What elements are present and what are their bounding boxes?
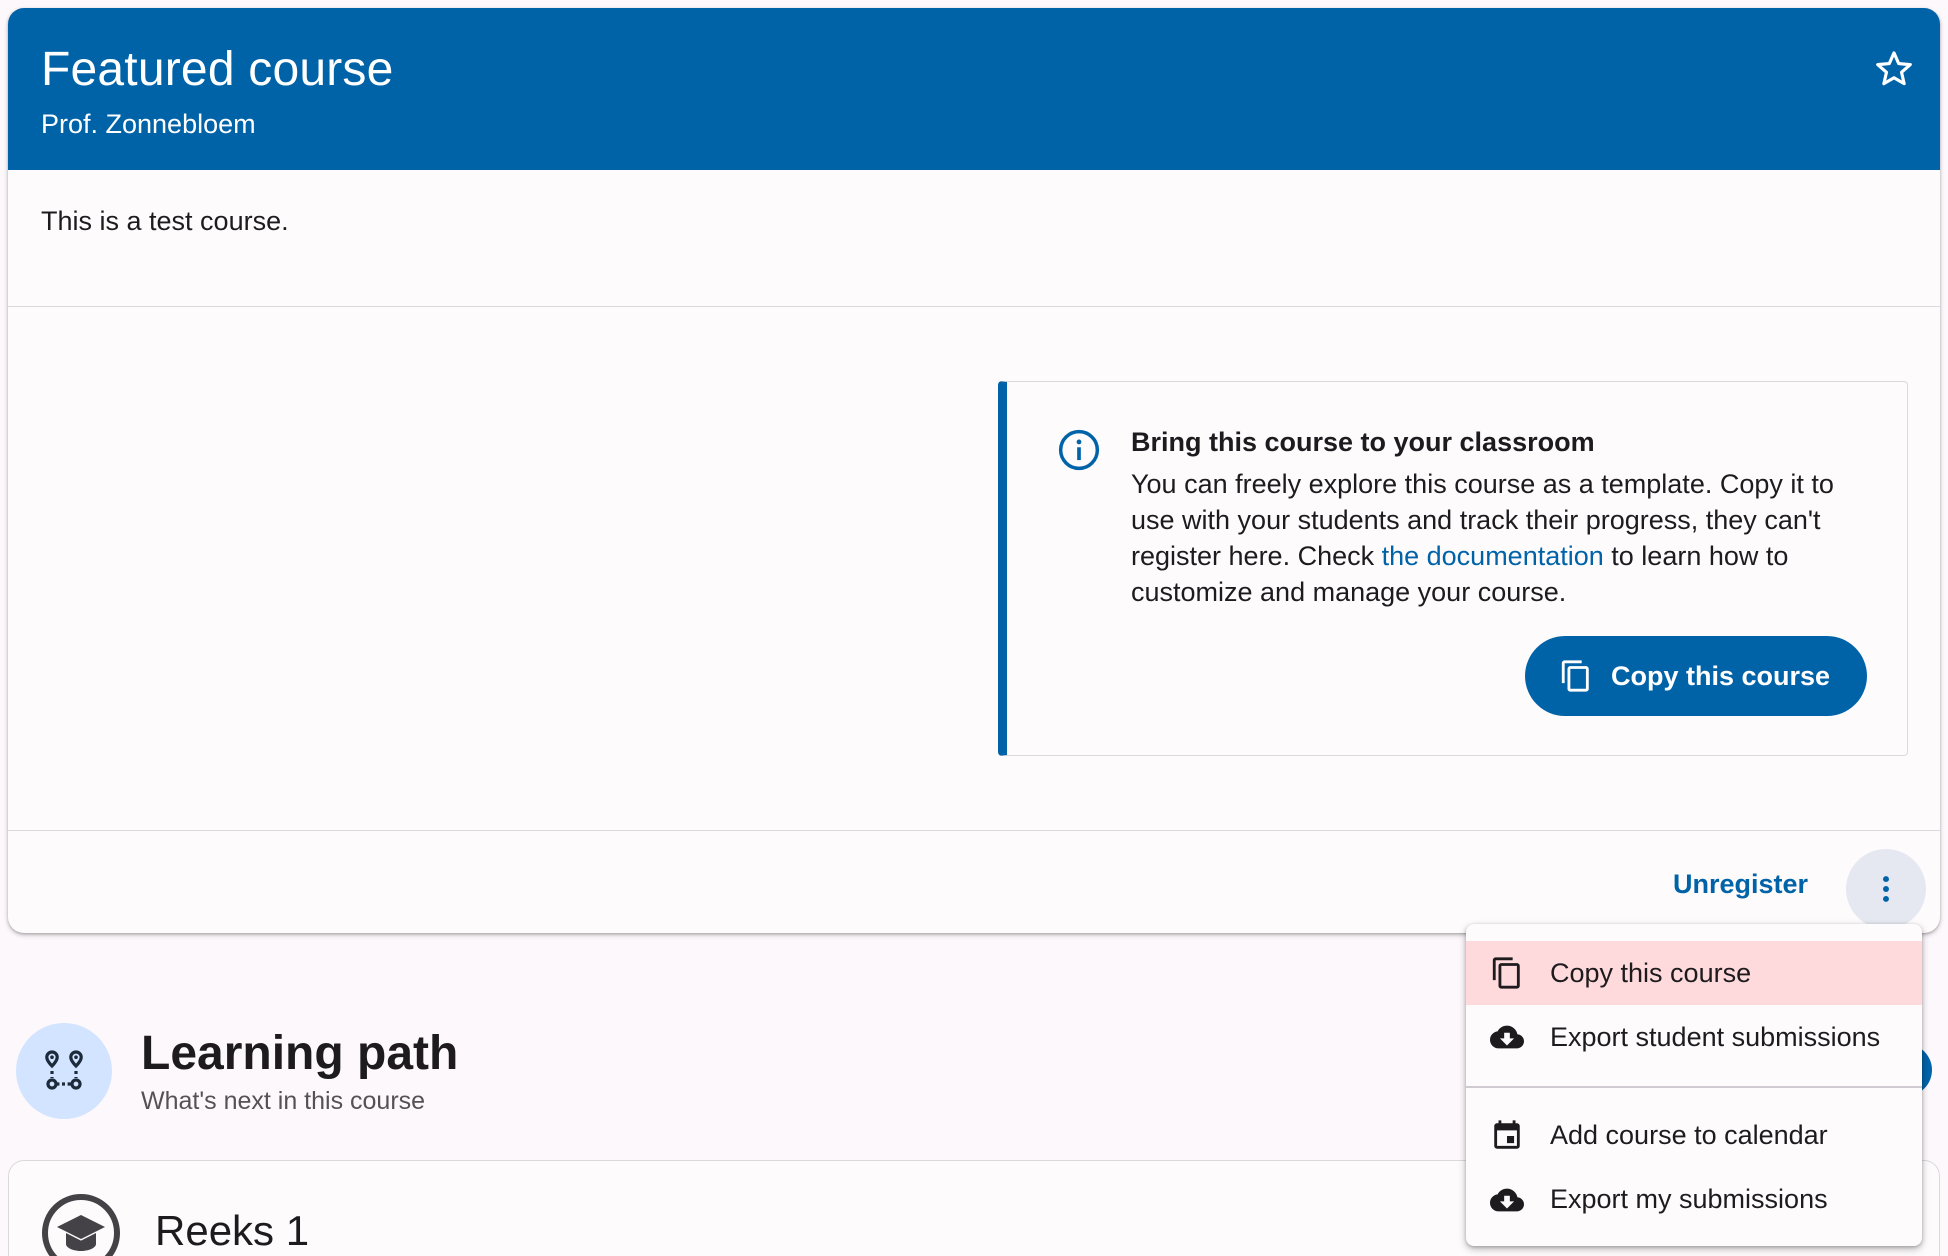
menu-item-label: Export my submissions: [1550, 1184, 1828, 1214]
learning-path-title: Learning path: [141, 1027, 459, 1080]
menu-item-export-student-submissions[interactable]: Export student submissions: [1466, 1005, 1922, 1069]
menu-item-label: Copy this course: [1550, 957, 1752, 988]
graduation-cap-icon: [42, 1194, 120, 1256]
more-vert-icon: [1883, 876, 1889, 902]
callout-title: Bring this course to your classroom: [1131, 427, 1595, 457]
course-teacher: Prof. Zonnebloem: [41, 109, 256, 139]
menu-item-label: Add course to calendar: [1550, 1120, 1828, 1150]
learning-path-subtitle: What's next in this course: [141, 1087, 426, 1115]
unregister-button[interactable]: Unregister: [1673, 866, 1808, 902]
menu-item-copy-course[interactable]: Copy this course: [1466, 941, 1922, 1005]
course-description: This is a test course.: [8, 170, 1940, 307]
course-content: Bring this course to your classroom You …: [8, 307, 1940, 831]
cloud-download-icon: [1490, 1025, 1524, 1049]
menu-item-export-my-submissions[interactable]: Export my submissions: [1466, 1168, 1922, 1232]
callout-text: You can freely explore this course as a …: [1131, 466, 1871, 610]
documentation-link[interactable]: the documentation: [1382, 541, 1604, 571]
course-actions: Unregister: [8, 831, 1940, 931]
calendar-icon: [1494, 1119, 1520, 1149]
copy-icon: [1561, 660, 1589, 692]
route-icon: [45, 1050, 83, 1090]
menu-item-add-to-calendar[interactable]: Add course to calendar: [1466, 1104, 1922, 1168]
course-title: Featured course: [41, 43, 394, 96]
menu-divider: [1466, 1086, 1922, 1088]
info-icon: [1058, 429, 1100, 471]
course-card: Featured course Prof. Zonnebloem This is…: [8, 8, 1940, 933]
template-callout: Bring this course to your classroom You …: [998, 381, 1908, 756]
star-icon: [1876, 51, 1912, 86]
more-options-button[interactable]: [1846, 849, 1926, 929]
learning-path-avatar: [16, 1023, 112, 1119]
series-title: Reeks 1: [155, 1207, 310, 1254]
menu-item-label: Export student submissions: [1550, 1021, 1881, 1052]
course-header: Featured course Prof. Zonnebloem: [8, 8, 1940, 170]
copy-course-label: Copy this course: [1611, 660, 1831, 691]
copy-course-button[interactable]: Copy this course: [1525, 636, 1867, 716]
copy-icon: [1492, 957, 1520, 989]
cloud-download-icon: [1490, 1188, 1524, 1211]
favorite-button[interactable]: [1866, 41, 1922, 97]
course-options-menu: Copy this course Export student submissi…: [1466, 924, 1922, 1246]
